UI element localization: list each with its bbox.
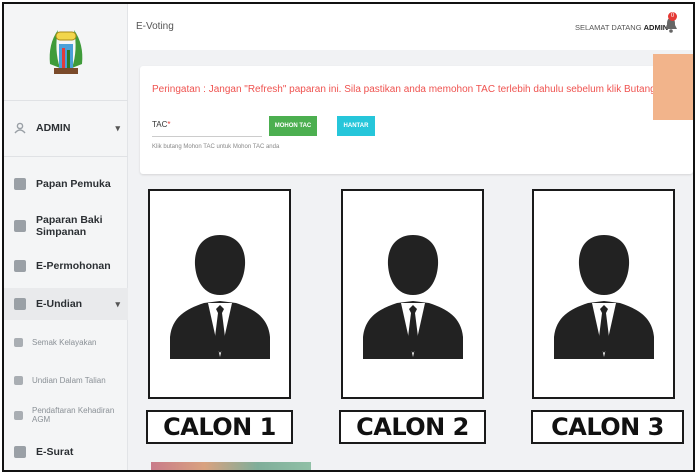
banner-image-strip	[151, 462, 311, 470]
mail-icon	[14, 446, 26, 458]
sidebar-item-label: Papan Pemuka	[36, 178, 111, 190]
sidebar-item-label: E-Undian	[36, 298, 83, 310]
notification-badge: 0	[668, 12, 677, 21]
candidate-label[interactable]: CALON 1	[146, 410, 293, 444]
sidebar-item-label: Undian Dalam Talian	[32, 375, 106, 385]
tac-label-text: TAC	[152, 120, 168, 129]
top-bar: E-Voting SELAMAT DATANG ADMIN 0 ⋮	[128, 4, 693, 50]
candidate-photo[interactable]	[532, 189, 675, 399]
sidebar-subitem-semak-kelayakan[interactable]: Semak Kelayakan	[4, 334, 128, 350]
candidate-label[interactable]: CALON 2	[339, 410, 486, 444]
candidate-photo[interactable]	[341, 189, 484, 399]
chevron-down-icon: ▾	[115, 298, 120, 309]
chevron-down-icon: ▾	[115, 122, 120, 133]
tac-hint: Klik butang Mohon TAC untuk Mohon TAC an…	[152, 144, 280, 150]
coop-logo-icon	[49, 30, 82, 74]
sidebar-subitem-pendaftaran-agm[interactable]: Pendaftaran Kehadiran AGM	[4, 406, 128, 424]
hantar-button[interactable]: HANTAR	[337, 116, 375, 136]
person-silhouette-icon	[553, 235, 654, 359]
tac-card: Peringatan : Jangan "Refresh" paparan in…	[140, 66, 693, 174]
sidebar-user-menu[interactable]: ADMIN ▾	[4, 118, 128, 138]
sidebar-item-label: Pendaftaran Kehadiran AGM	[32, 406, 115, 424]
ballot-icon	[14, 298, 26, 310]
sidebar-item-e-surat[interactable]: E-Surat	[4, 442, 128, 462]
sidebar-item-label: E-Permohonan	[36, 260, 111, 272]
overlay-box	[653, 54, 693, 120]
candidate-photo[interactable]	[148, 189, 291, 399]
candidate-label[interactable]: CALON 3	[531, 410, 684, 444]
tac-label: TAC*	[152, 120, 171, 129]
register-icon	[14, 410, 23, 420]
sidebar-subitem-undian-dalam-talian[interactable]: Undian Dalam Talian	[4, 372, 128, 388]
greeting-prefix: SELAMAT DATANG	[575, 23, 642, 32]
document-icon	[14, 220, 26, 232]
grid-icon	[14, 260, 26, 272]
user-icon	[14, 122, 26, 134]
required-mark: *	[167, 120, 171, 129]
sidebar-item-e-undian[interactable]: E-Undian ▾	[4, 288, 128, 320]
sidebar-divider	[4, 100, 128, 101]
page-title: E-Voting	[136, 21, 174, 32]
sidebar-item-baki-simpanan[interactable]: Paparan Baki Simpanan	[4, 214, 128, 238]
sidebar-user-label: ADMIN	[36, 122, 71, 134]
sidebar-item-label: E-Surat	[36, 446, 74, 458]
sidebar-item-e-permohonan[interactable]: E-Permohonan	[4, 256, 128, 276]
sidebar-divider	[4, 156, 128, 157]
tac-input[interactable]	[152, 136, 262, 137]
welcome-text: SELAMAT DATANG ADMIN	[575, 23, 668, 32]
refresh-warning: Peringatan : Jangan "Refresh" paparan in…	[152, 84, 689, 95]
vote-icon	[14, 375, 23, 385]
sidebar-item-label: Paparan Baki Simpanan	[36, 214, 103, 238]
sidebar-item-papan-pemuka[interactable]: Papan Pemuka	[4, 174, 128, 194]
sidebar-item-label: Semak Kelayakan	[32, 337, 97, 347]
sidebar: ADMIN ▾ Papan Pemuka Paparan Baki Simpan…	[4, 4, 128, 470]
app-frame: ADMIN ▾ Papan Pemuka Paparan Baki Simpan…	[2, 2, 695, 472]
more-menu-icon[interactable]: ⋮	[690, 20, 693, 34]
mohon-tac-button[interactable]: MOHON TAC	[269, 116, 317, 136]
logo	[4, 4, 127, 100]
check-icon	[14, 337, 23, 347]
dashboard-icon	[14, 178, 26, 190]
person-silhouette-icon	[362, 235, 463, 359]
person-silhouette-icon	[169, 235, 270, 359]
